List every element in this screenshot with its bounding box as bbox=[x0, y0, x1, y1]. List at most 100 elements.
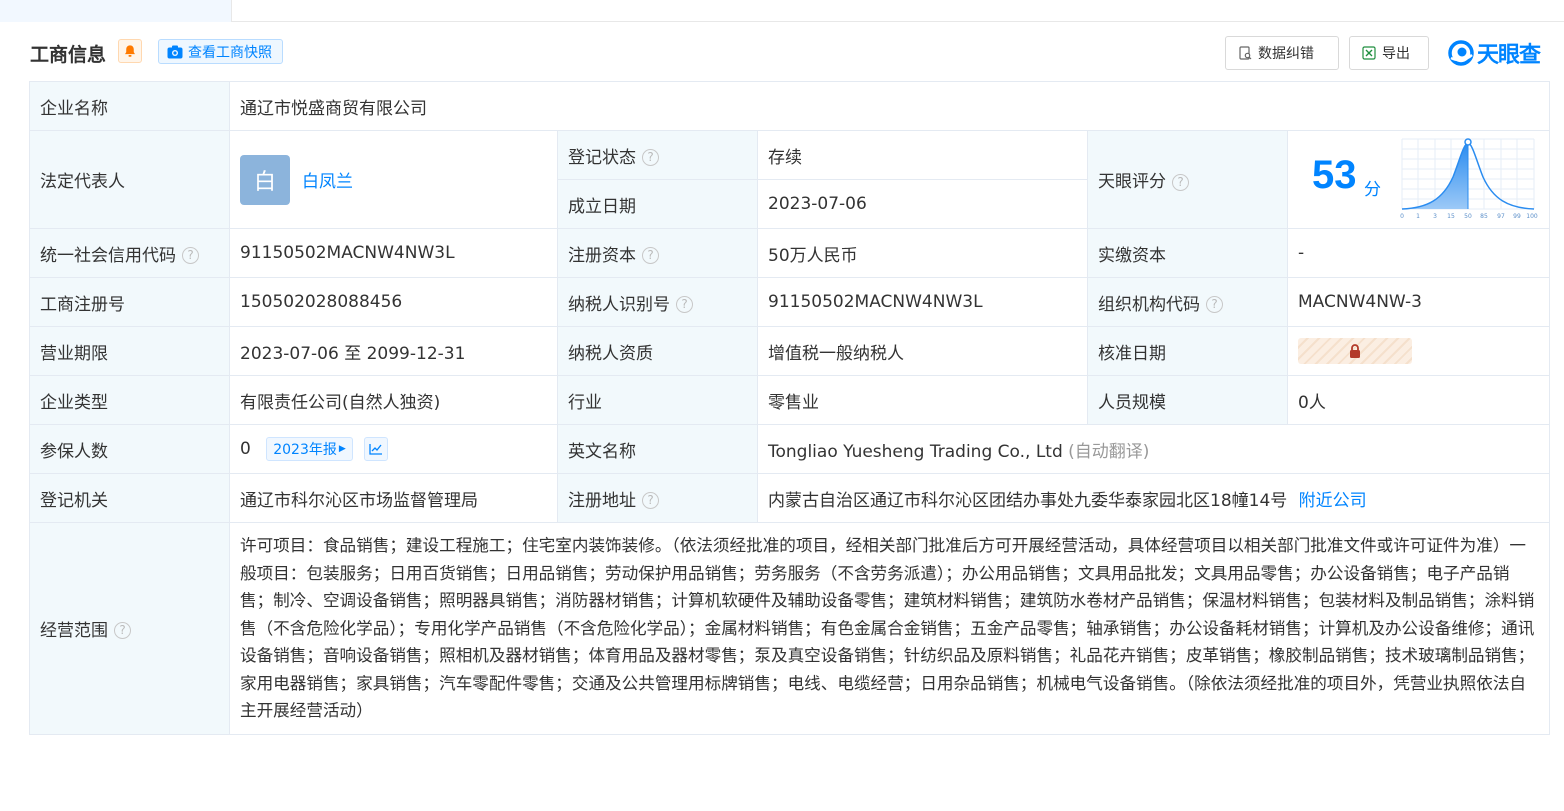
table-row: 参保人数 0 2023年报 ▶ 英文名称 Tongliao Yuesheng Tr… bbox=[29, 424, 1551, 474]
export-button[interactable]: 导出 bbox=[1349, 36, 1429, 70]
table-row: 企业名称 通辽市悦盛商贸有限公司 bbox=[29, 81, 1551, 131]
approve-date-cell bbox=[1286, 326, 1551, 376]
company-name-value: 通辽市悦盛商贸有限公司 bbox=[228, 81, 1551, 131]
taxpayer-id-value: 91150502MACNW4NW3L bbox=[757, 277, 1088, 327]
score-tick: 100 bbox=[1526, 213, 1538, 220]
help-icon[interactable]: ? bbox=[642, 492, 659, 509]
credit-code-value: 91150502MACNW4NW3L bbox=[229, 228, 558, 278]
org-code-label-cell: 组织机构代码? bbox=[1087, 277, 1288, 327]
table-row: 工商注册号 150502028088456 纳税人识别号? 91150502MA… bbox=[29, 277, 1551, 327]
data-correction-label: 数据纠错 bbox=[1258, 46, 1314, 62]
tianyancha-logo: 天眼查 bbox=[1448, 38, 1541, 68]
reg-authority-label: 登记机关 bbox=[29, 473, 230, 523]
legal-rep-label: 法定代表人 bbox=[29, 130, 230, 229]
locked-value-button[interactable] bbox=[1298, 338, 1412, 364]
company-type-value: 有限责任公司(自然人独资) bbox=[229, 375, 558, 425]
annual-report-button[interactable]: 2023年报 ▶ bbox=[266, 437, 353, 461]
score-value: 53 bbox=[1312, 153, 1357, 197]
eye-logo-icon bbox=[1448, 40, 1474, 66]
reg-capital-label: 注册资本 bbox=[568, 245, 636, 266]
help-icon[interactable]: ? bbox=[676, 296, 693, 313]
avatar[interactable]: 白 bbox=[240, 154, 290, 205]
monitor-bell-button[interactable] bbox=[118, 39, 142, 63]
biz-reg-no-value: 150502028088456 bbox=[229, 277, 558, 327]
help-icon[interactable]: ? bbox=[1172, 173, 1189, 191]
insured-label: 参保人数 bbox=[29, 424, 230, 474]
credit-code-label-cell: 统一社会信用代码? bbox=[29, 228, 230, 278]
auto-translate-note: (自动翻译) bbox=[1068, 441, 1150, 462]
help-icon[interactable]: ? bbox=[182, 247, 199, 264]
trend-chart-button[interactable] bbox=[364, 437, 389, 461]
lock-icon bbox=[1350, 344, 1360, 358]
tianyan-score-label: 天眼评分 bbox=[1098, 172, 1166, 192]
biz-reg-no-label: 工商注册号 bbox=[29, 277, 230, 327]
edit-document-icon bbox=[1239, 46, 1252, 60]
table-row: 法定代表人 白 白凤兰 登记状态? 存续 天眼评分? 53 分 0 1 3 15… bbox=[29, 130, 1551, 229]
table-row: 登记机关 通辽市科尔沁区市场监督管理局 注册地址? 内蒙古自治区通辽市科尔沁区团… bbox=[29, 473, 1551, 523]
taxpayer-id-label: 纳税人识别号 bbox=[568, 294, 670, 315]
table-row: 企业类型 有限责任公司(自然人独资) 行业 零售业 人员规模 0人 bbox=[29, 375, 1551, 425]
help-icon[interactable]: ? bbox=[642, 247, 659, 264]
bell-icon bbox=[125, 45, 135, 57]
top-tab-bar bbox=[0, 0, 1564, 22]
view-snapshot-label: 查看工商快照 bbox=[188, 44, 272, 61]
org-code-value: MACNW4NW-3 bbox=[1286, 277, 1551, 327]
tianyan-score-label-cell: 天眼评分? bbox=[1087, 130, 1288, 229]
reg-address-label-cell: 注册地址? bbox=[557, 473, 758, 523]
nearby-companies-link[interactable]: 附近公司 bbox=[1299, 491, 1367, 511]
reg-status-label-cell: 登记状态? bbox=[557, 130, 758, 180]
reg-address-label: 注册地址 bbox=[568, 490, 636, 511]
paid-capital-value: - bbox=[1286, 228, 1551, 278]
annual-report-label: 2023年报 bbox=[273, 442, 337, 458]
score-tick: 3 bbox=[1433, 213, 1437, 220]
english-name-value: Tongliao Yuesheng Trading Co., Ltd bbox=[768, 441, 1063, 462]
data-correction-button[interactable]: 数据纠错 bbox=[1225, 36, 1339, 70]
table-row: 经营范围? 许可项目：食品销售；建设工程施工；住宅室内装饰装修。（依法须经批准的… bbox=[29, 522, 1551, 735]
help-icon[interactable]: ? bbox=[114, 622, 131, 640]
scope-label-cell: 经营范围? bbox=[29, 522, 230, 735]
industry-value: 零售业 bbox=[757, 375, 1088, 425]
reg-capital-value: 50万人民币 bbox=[757, 228, 1088, 278]
taxpayer-id-label-cell: 纳税人识别号? bbox=[557, 277, 758, 327]
tianyan-score-cell[interactable]: 53 分 0 1 3 15 50 85 97 99 100 bbox=[1286, 130, 1551, 229]
paid-capital-label: 实缴资本 bbox=[1087, 228, 1288, 278]
english-name-cell: Tongliao Yuesheng Trading Co., Ltd (自动翻译… bbox=[756, 424, 1551, 474]
export-label: 导出 bbox=[1382, 46, 1410, 62]
biz-term-label: 营业期限 bbox=[29, 326, 230, 376]
approve-date-label: 核准日期 bbox=[1087, 326, 1288, 376]
table-row: 营业期限 2023-07-06 至 2099-12-31 纳税人资质 增值税一般… bbox=[29, 326, 1551, 376]
score-tick: 85 bbox=[1480, 213, 1488, 220]
found-date-label: 成立日期 bbox=[557, 179, 758, 229]
business-scope-value: 许可项目：食品销售；建设工程施工；住宅室内装饰装修。（依法须经批准的项目，经相关… bbox=[228, 522, 1551, 735]
reg-status-label: 登记状态 bbox=[568, 147, 636, 168]
score-tick: 1 bbox=[1416, 213, 1420, 220]
scope-label: 经营范围 bbox=[40, 620, 108, 641]
insured-cell: 0 2023年报 ▶ bbox=[229, 424, 558, 474]
view-snapshot-button[interactable]: 查看工商快照 bbox=[158, 39, 283, 64]
score-tick: 0 bbox=[1400, 213, 1404, 220]
biz-term-value: 2023-07-06 至 2099-12-31 bbox=[229, 326, 558, 376]
found-date-value: 2023-07-06 bbox=[757, 179, 1088, 229]
camera-icon bbox=[167, 45, 183, 58]
score-distribution-chart: 0 1 3 15 50 85 97 99 100 bbox=[1400, 138, 1538, 220]
reg-authority-value: 通辽市科尔沁区市场监督管理局 bbox=[229, 473, 558, 523]
company-type-label: 企业类型 bbox=[29, 375, 230, 425]
legal-rep-link[interactable]: 白凤兰 bbox=[302, 167, 353, 192]
trend-chart-icon bbox=[369, 444, 383, 455]
section-title: 工商信息 bbox=[30, 44, 107, 66]
help-icon[interactable]: ? bbox=[1206, 296, 1223, 313]
score-tick: 50 bbox=[1464, 213, 1472, 220]
taxpayer-qual-label: 纳税人资质 bbox=[557, 326, 758, 376]
staff-size-label: 人员规模 bbox=[1087, 375, 1288, 425]
staff-size-value: 0人 bbox=[1286, 375, 1551, 425]
score-tick: 97 bbox=[1497, 213, 1505, 220]
reg-address-cell: 内蒙古自治区通辽市科尔沁区团结办事处九委华泰家园北区18幢14号 附近公司 bbox=[756, 473, 1551, 523]
reg-address-value: 内蒙古自治区通辽市科尔沁区团结办事处九委华泰家园北区18幢14号 bbox=[768, 490, 1288, 511]
org-code-label: 组织机构代码 bbox=[1098, 294, 1200, 315]
score-marker bbox=[1464, 138, 1472, 146]
score-tick: 15 bbox=[1447, 213, 1455, 220]
caret-right-icon: ▶ bbox=[338, 444, 346, 454]
legal-rep-cell: 白 白凤兰 bbox=[229, 130, 558, 229]
help-icon[interactable]: ? bbox=[642, 149, 659, 166]
business-info-table: 企业名称 通辽市悦盛商贸有限公司 法定代表人 白 白凤兰 登记状态? 存续 天眼… bbox=[29, 81, 1551, 735]
